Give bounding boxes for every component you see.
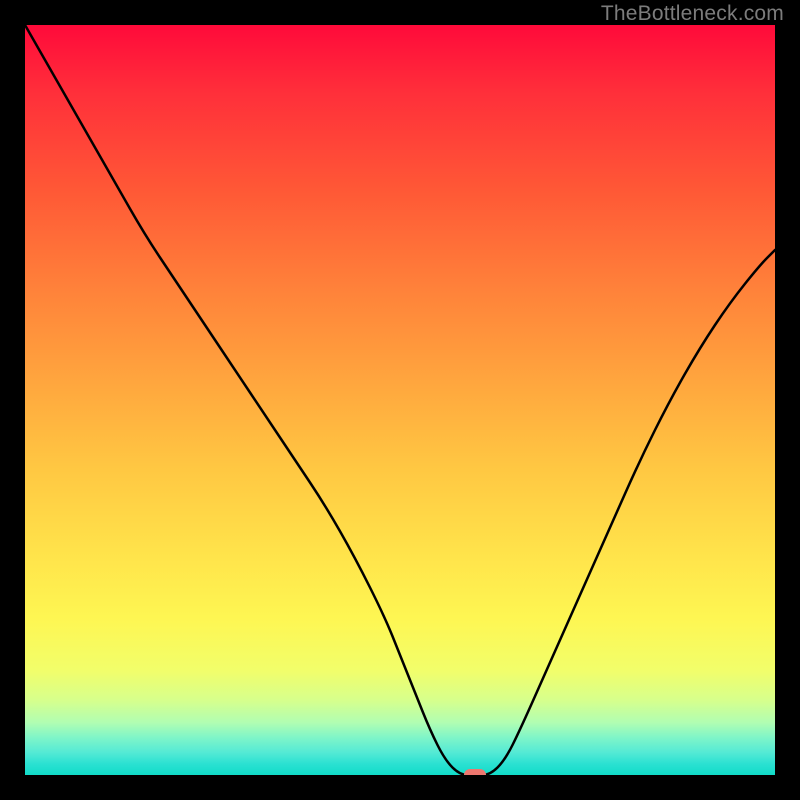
plot-area	[25, 25, 775, 775]
watermark-text: TheBottleneck.com	[601, 2, 784, 26]
optimal-marker	[464, 769, 486, 775]
chart-frame: TheBottleneck.com	[0, 0, 800, 800]
bottleneck-curve	[25, 25, 775, 775]
